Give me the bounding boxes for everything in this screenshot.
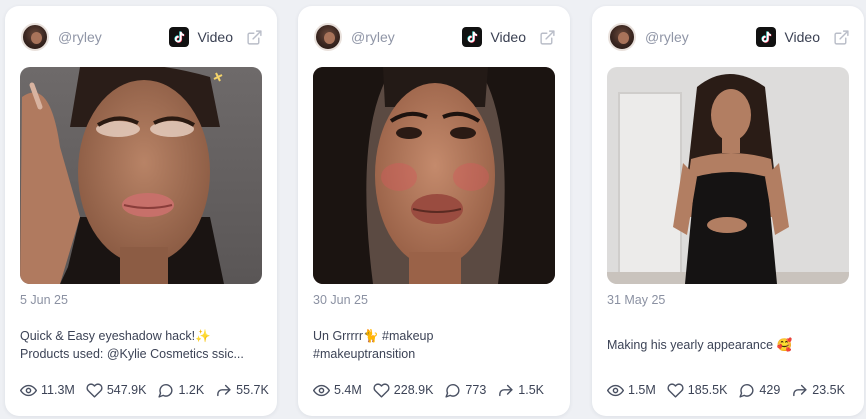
post-date: 30 Jun 25 (313, 293, 368, 307)
avatar[interactable] (608, 23, 636, 51)
heart-icon (86, 382, 103, 398)
external-link-icon[interactable] (245, 28, 263, 46)
comments-stat: 773 (444, 382, 486, 399)
shares-count: 23.5K (812, 383, 845, 397)
engagement-stats: 5.4M 228.9K 773 1.5K (313, 380, 560, 400)
post-thumbnail[interactable] (313, 67, 555, 284)
eye-icon (607, 384, 624, 396)
share-icon (217, 384, 231, 396)
avatar[interactable] (314, 23, 342, 51)
comments-count: 429 (759, 383, 781, 397)
comment-icon (445, 383, 461, 398)
shares-stat: 23.5K (791, 382, 845, 399)
comments-count: 773 (465, 383, 487, 397)
creator-handle[interactable]: @ryley (351, 29, 395, 45)
post-card[interactable]: @ryley Video 30 Jun 25 Un Grrrrr🐈 #makeu… (298, 6, 570, 416)
post-caption: Quick & Easy eyeshadow hack!✨ Products u… (20, 324, 260, 366)
views-stat: 5.4M (313, 382, 362, 399)
card-header: @ryley Video (314, 22, 556, 52)
card-header: @ryley Video (608, 22, 850, 52)
shares-stat: 55.7K (215, 382, 269, 399)
external-link-icon[interactable] (832, 28, 850, 46)
creator-handle[interactable]: @ryley (645, 29, 689, 45)
likes-stat: 547.9K (86, 382, 147, 399)
comments-stat: 429 (738, 382, 780, 399)
post-card[interactable]: @ryley Video 5 Jun 25 Quick & Easy eyesh… (5, 6, 277, 416)
shares-count: 1.5K (518, 383, 544, 397)
tiktok-icon (756, 27, 777, 47)
caption-line: Un Grrrrr🐈 #makeup (313, 329, 434, 343)
card-header: @ryley Video (21, 22, 263, 52)
likes-stat: 228.9K (373, 382, 434, 399)
views-stat: 1.5M (607, 382, 656, 399)
post-thumbnail[interactable] (607, 67, 849, 284)
comment-icon (158, 383, 174, 398)
shares-stat: 1.5K (497, 382, 544, 399)
caption-line: Quick & Easy eyeshadow hack!✨ (20, 329, 211, 343)
share-icon (793, 384, 807, 396)
post-date: 31 May 25 (607, 293, 666, 307)
likes-stat: 185.5K (667, 382, 728, 399)
engagement-stats: 1.5M 185.5K 429 23.5K (607, 380, 854, 400)
post-thumbnail[interactable] (20, 67, 262, 284)
post-caption: Making his yearly appearance 🥰 (607, 324, 847, 366)
tiktok-icon (169, 27, 190, 47)
post-type-label: Video (784, 29, 820, 45)
eye-icon (20, 384, 37, 396)
caption-line: #makeuptransition (313, 347, 416, 361)
caption-line: Making his yearly appearance 🥰 (607, 338, 793, 352)
views-count: 11.3M (41, 383, 75, 397)
post-type-label: Video (490, 29, 526, 45)
heart-icon (373, 382, 390, 398)
likes-count: 547.9K (106, 383, 147, 397)
likes-count: 228.9K (393, 383, 434, 397)
heart-icon (667, 382, 684, 398)
comments-count: 1.2K (178, 383, 205, 397)
share-icon (499, 384, 513, 396)
post-type-label: Video (197, 29, 233, 45)
external-link-icon[interactable] (538, 28, 556, 46)
eye-icon (313, 384, 330, 396)
engagement-stats: 11.3M 547.9K 1.2K 55.7K (20, 380, 269, 400)
shares-count: 55.7K (236, 383, 269, 397)
comment-icon (739, 383, 755, 398)
post-caption: Un Grrrrr🐈 #makeup #makeuptransition (313, 324, 553, 366)
views-count: 1.5M (628, 383, 656, 397)
views-stat: 11.3M (20, 382, 75, 399)
post-card[interactable]: @ryley Video 31 May 25 Making his yearly… (592, 6, 864, 416)
tiktok-icon (462, 27, 483, 47)
views-count: 5.4M (334, 383, 362, 397)
caption-line: Products used: @Kylie Cosmetics ssic... (20, 347, 244, 361)
likes-count: 185.5K (687, 383, 728, 397)
post-date: 5 Jun 25 (20, 293, 68, 307)
comments-stat: 1.2K (157, 382, 204, 399)
avatar[interactable] (21, 23, 49, 51)
creator-handle[interactable]: @ryley (58, 29, 102, 45)
